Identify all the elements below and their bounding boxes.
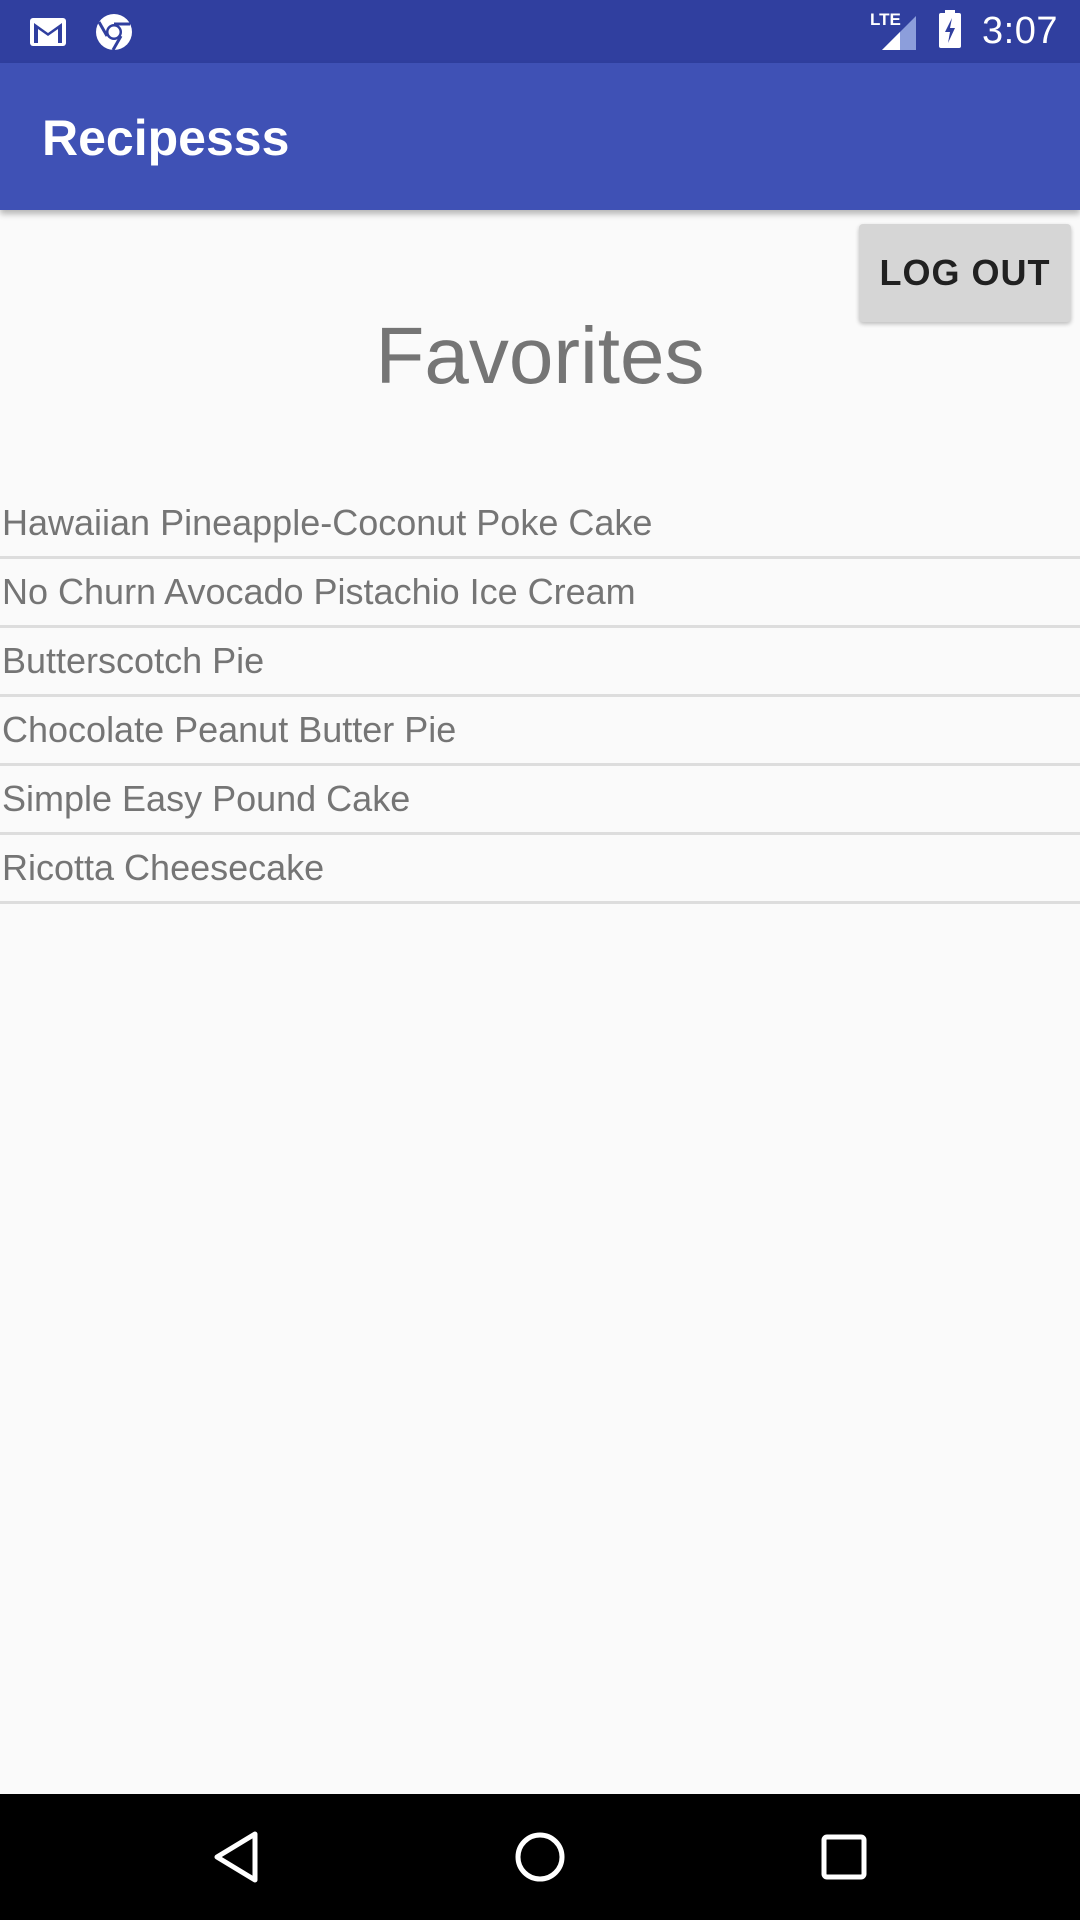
list-item[interactable]: Chocolate Peanut Butter Pie [0,697,1080,766]
logout-button[interactable]: LOG OUT [859,224,1071,322]
app-title: Recipesss [42,110,290,166]
navigation-bar [0,1794,1080,1920]
favorites-list: Hawaiian Pineapple-Coconut Poke Cake No … [0,490,1080,904]
back-icon[interactable] [206,1827,266,1887]
home-icon[interactable] [510,1827,570,1887]
recents-icon[interactable] [814,1827,874,1887]
status-bar: LTE 3:07 [0,0,1080,63]
page-title: Favorites [375,311,705,400]
lte-signal-icon: LTE [870,10,918,52]
list-item[interactable]: Hawaiian Pineapple-Coconut Poke Cake [0,490,1080,559]
gmail-icon [28,16,68,53]
battery-charging-icon [938,9,962,54]
chrome-icon [94,12,134,57]
status-time: 3:07 [982,10,1058,52]
list-item[interactable]: Ricotta Cheesecake [0,835,1080,904]
app-bar: Recipesss [0,63,1080,210]
list-item[interactable]: Simple Easy Pound Cake [0,766,1080,835]
list-item[interactable]: Butterscotch Pie [0,628,1080,697]
list-item[interactable]: No Churn Avocado Pistachio Ice Cream [0,559,1080,628]
